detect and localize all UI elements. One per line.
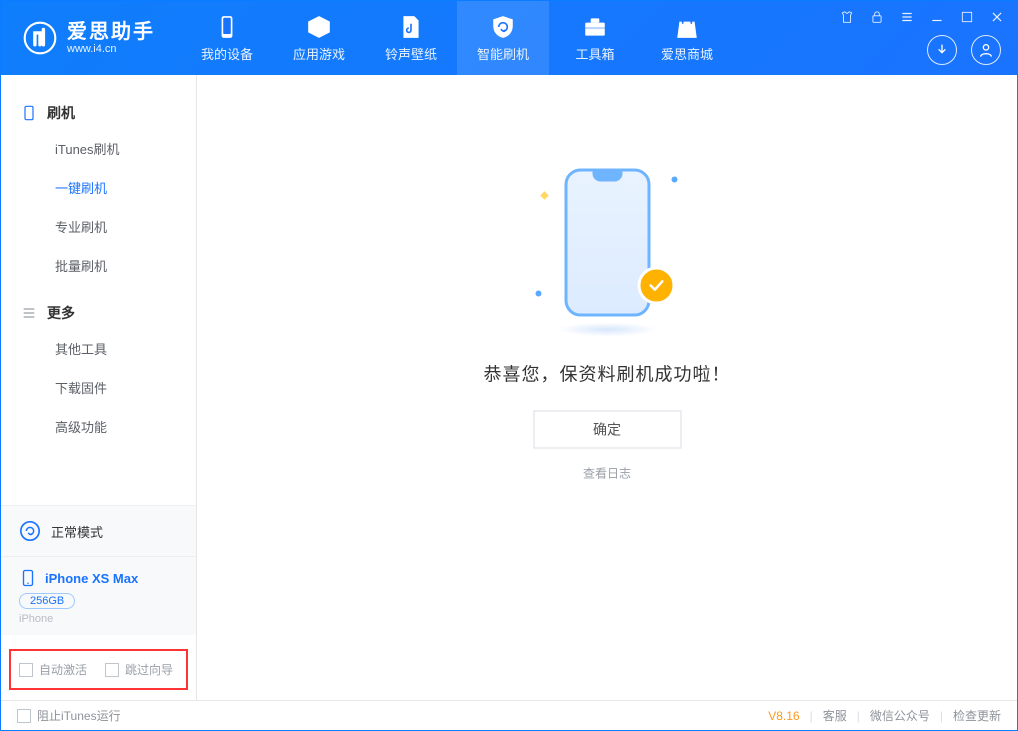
flash-options-highlight: 自动激活 跳过向导 bbox=[9, 649, 188, 690]
sidebar-item-other-tools[interactable]: 其他工具 bbox=[1, 329, 196, 368]
sidebar: 刷机 iTunes刷机 一键刷机 专业刷机 批量刷机 更多 其他工具 下载固件 … bbox=[1, 75, 197, 700]
sidebar-group-more: 更多 bbox=[1, 297, 196, 329]
device-mode-row[interactable]: 正常模式 bbox=[1, 506, 196, 557]
checkbox-icon bbox=[19, 663, 33, 677]
sidebar-item-pro-flash[interactable]: 专业刷机 bbox=[1, 207, 196, 246]
tab-flash[interactable]: 智能刷机 bbox=[457, 1, 549, 75]
checkbox-icon bbox=[17, 709, 31, 723]
sidebar-item-itunes-flash[interactable]: iTunes刷机 bbox=[1, 129, 196, 168]
success-illustration bbox=[527, 169, 687, 339]
tab-tools[interactable]: 工具箱 bbox=[549, 1, 641, 75]
maximize-icon[interactable] bbox=[957, 7, 977, 27]
device-icon bbox=[214, 14, 240, 40]
cube-icon bbox=[306, 14, 332, 40]
tab-apps[interactable]: 应用游戏 bbox=[273, 1, 365, 75]
tab-store[interactable]: 爱思商城 bbox=[641, 1, 733, 75]
device-name: iPhone XS Max bbox=[45, 571, 138, 586]
logo-icon bbox=[23, 21, 57, 55]
header-actions bbox=[927, 35, 1001, 65]
version-label: V8.16 bbox=[768, 709, 799, 723]
tab-label: 铃声壁纸 bbox=[385, 44, 437, 63]
phone-illustration bbox=[564, 169, 650, 317]
tab-label: 工具箱 bbox=[575, 44, 614, 63]
tab-label: 智能刷机 bbox=[477, 44, 529, 63]
checkbox-icon bbox=[105, 663, 119, 677]
ok-button[interactable]: 确定 bbox=[533, 411, 681, 449]
sparkle-icon bbox=[540, 191, 548, 199]
device-type: iPhone bbox=[19, 613, 178, 625]
wechat-link[interactable]: 微信公众号 bbox=[870, 707, 930, 724]
sidebar-item-advanced[interactable]: 高级功能 bbox=[1, 407, 196, 446]
tshirt-icon[interactable] bbox=[837, 7, 857, 27]
mode-label: 正常模式 bbox=[51, 522, 103, 541]
refresh-circle-icon bbox=[19, 520, 41, 542]
checkbox-skip-guide[interactable]: 跳过向导 bbox=[105, 661, 173, 678]
list-icon bbox=[21, 305, 37, 321]
minimize-icon[interactable] bbox=[927, 7, 947, 27]
success-message: 恭喜您，保资料刷机成功啦！ bbox=[484, 361, 731, 387]
header-tabs: 我的设备 应用游戏 铃声壁纸 智能刷机 工具箱 爱思商城 bbox=[181, 1, 733, 75]
sidebar-item-download-firmware[interactable]: 下载固件 bbox=[1, 368, 196, 407]
music-file-icon bbox=[398, 14, 424, 40]
sparkle-icon bbox=[671, 177, 677, 183]
checkbox-block-itunes[interactable]: 阻止iTunes运行 bbox=[17, 707, 121, 724]
device-storage: 256GB bbox=[19, 593, 75, 609]
close-icon[interactable] bbox=[987, 7, 1007, 27]
brand-url: www.i4.cn bbox=[67, 43, 155, 55]
user-button[interactable] bbox=[971, 35, 1001, 65]
footer: 阻止iTunes运行 V8.16 | 客服 | 微信公众号 | 检查更新 bbox=[1, 700, 1017, 730]
sidebar-group-flash: 刷机 bbox=[1, 97, 196, 129]
toolbox-icon bbox=[582, 14, 608, 40]
success-check-icon bbox=[637, 267, 675, 305]
tab-label: 爱思商城 bbox=[661, 44, 713, 63]
checkbox-auto-activate[interactable]: 自动激活 bbox=[19, 661, 87, 678]
bag-icon bbox=[674, 14, 700, 40]
tab-label: 我的设备 bbox=[201, 44, 253, 63]
check-update-link[interactable]: 检查更新 bbox=[953, 707, 1001, 724]
tab-ring[interactable]: 铃声壁纸 bbox=[365, 1, 457, 75]
device-info[interactable]: iPhone XS Max 256GB iPhone bbox=[1, 557, 196, 635]
view-log-link[interactable]: 查看日志 bbox=[484, 465, 731, 482]
download-button[interactable] bbox=[927, 35, 957, 65]
phone-icon bbox=[21, 105, 37, 121]
tab-label: 应用游戏 bbox=[293, 44, 345, 63]
window-controls bbox=[837, 7, 1007, 27]
support-link[interactable]: 客服 bbox=[823, 707, 847, 724]
brand-name: 爱思助手 bbox=[67, 21, 155, 43]
sparkle-icon bbox=[535, 291, 541, 297]
shield-refresh-icon bbox=[490, 14, 516, 40]
menu-icon[interactable] bbox=[897, 7, 917, 27]
body: 刷机 iTunes刷机 一键刷机 专业刷机 批量刷机 更多 其他工具 下载固件 … bbox=[1, 75, 1017, 700]
tab-device[interactable]: 我的设备 bbox=[181, 1, 273, 75]
phone-outline-icon bbox=[19, 569, 37, 587]
main-panel: 恭喜您，保资料刷机成功啦！ 确定 查看日志 bbox=[197, 75, 1017, 700]
header: 爱思助手 www.i4.cn 我的设备 应用游戏 铃声壁纸 智能刷机 bbox=[1, 1, 1017, 75]
sidebar-item-batch-flash[interactable]: 批量刷机 bbox=[1, 246, 196, 285]
sidebar-item-oneclick-flash[interactable]: 一键刷机 bbox=[1, 168, 196, 207]
app-window: 爱思助手 www.i4.cn 我的设备 应用游戏 铃声壁纸 智能刷机 bbox=[0, 0, 1018, 731]
lock-icon[interactable] bbox=[867, 7, 887, 27]
brand: 爱思助手 www.i4.cn bbox=[1, 1, 173, 75]
